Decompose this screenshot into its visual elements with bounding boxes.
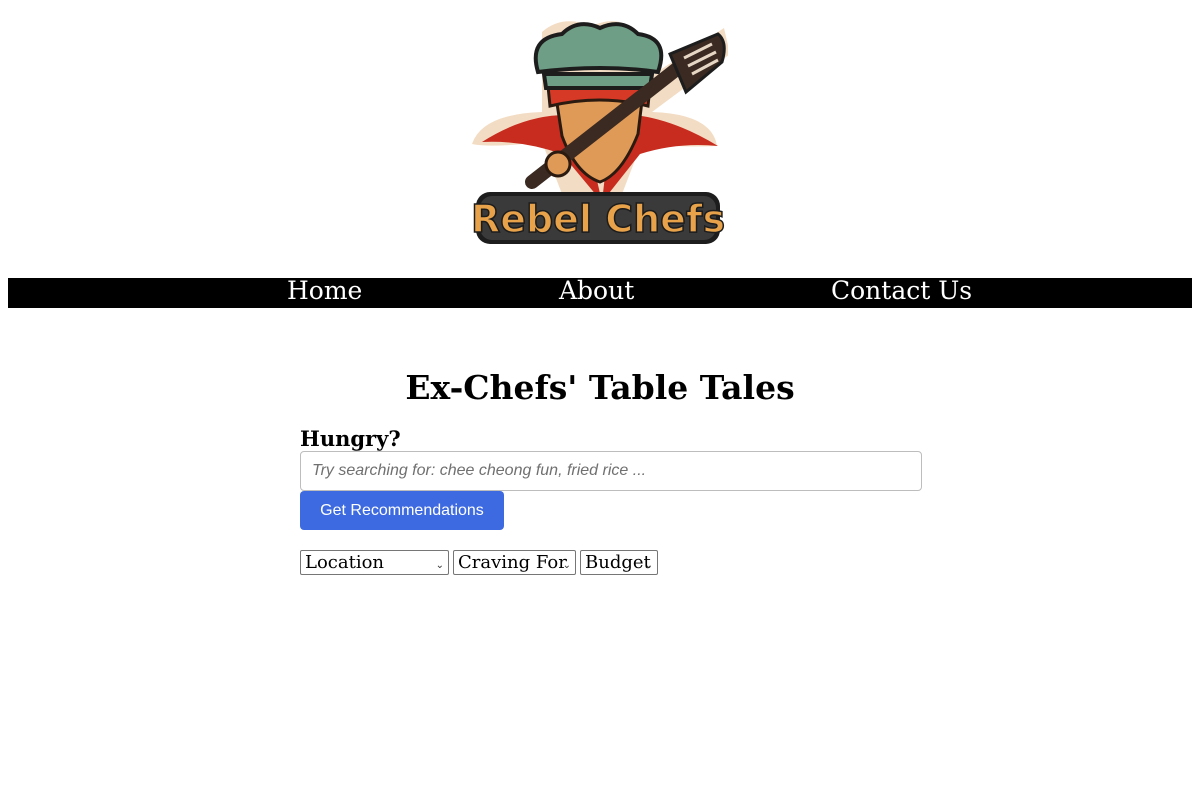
chevron-down-icon: ⌄ bbox=[435, 560, 444, 571]
search-label: Hungry? bbox=[300, 426, 401, 451]
rebel-chefs-logo: Rebel Chefs bbox=[472, 14, 728, 246]
location-select-label: Location bbox=[305, 552, 385, 573]
logo-text: Rebel Chefs bbox=[472, 197, 725, 241]
get-recommendations-button[interactable]: Get Recommendations bbox=[300, 491, 504, 530]
search-input[interactable] bbox=[300, 451, 922, 491]
craving-select[interactable]: Craving For ⌄ bbox=[453, 550, 576, 575]
budget-select[interactable]: Budget ⌄ bbox=[580, 550, 658, 575]
nav-contact-link[interactable]: Contact Us bbox=[831, 276, 972, 306]
craving-select-label: Craving For bbox=[458, 552, 567, 573]
chef-logo-icon: Rebel Chefs bbox=[472, 21, 728, 244]
location-select[interactable]: Location ⌄ bbox=[300, 550, 449, 575]
nav-about-link[interactable]: About bbox=[559, 276, 634, 306]
page-title: Ex-Chefs' Table Tales bbox=[405, 368, 795, 407]
nav-home-link[interactable]: Home bbox=[287, 276, 362, 306]
budget-select-label: Budget bbox=[585, 552, 651, 573]
chevron-down-icon: ⌄ bbox=[644, 560, 653, 571]
main-navbar: Home About Contact Us bbox=[8, 276, 1192, 308]
chevron-down-icon: ⌄ bbox=[562, 560, 571, 571]
